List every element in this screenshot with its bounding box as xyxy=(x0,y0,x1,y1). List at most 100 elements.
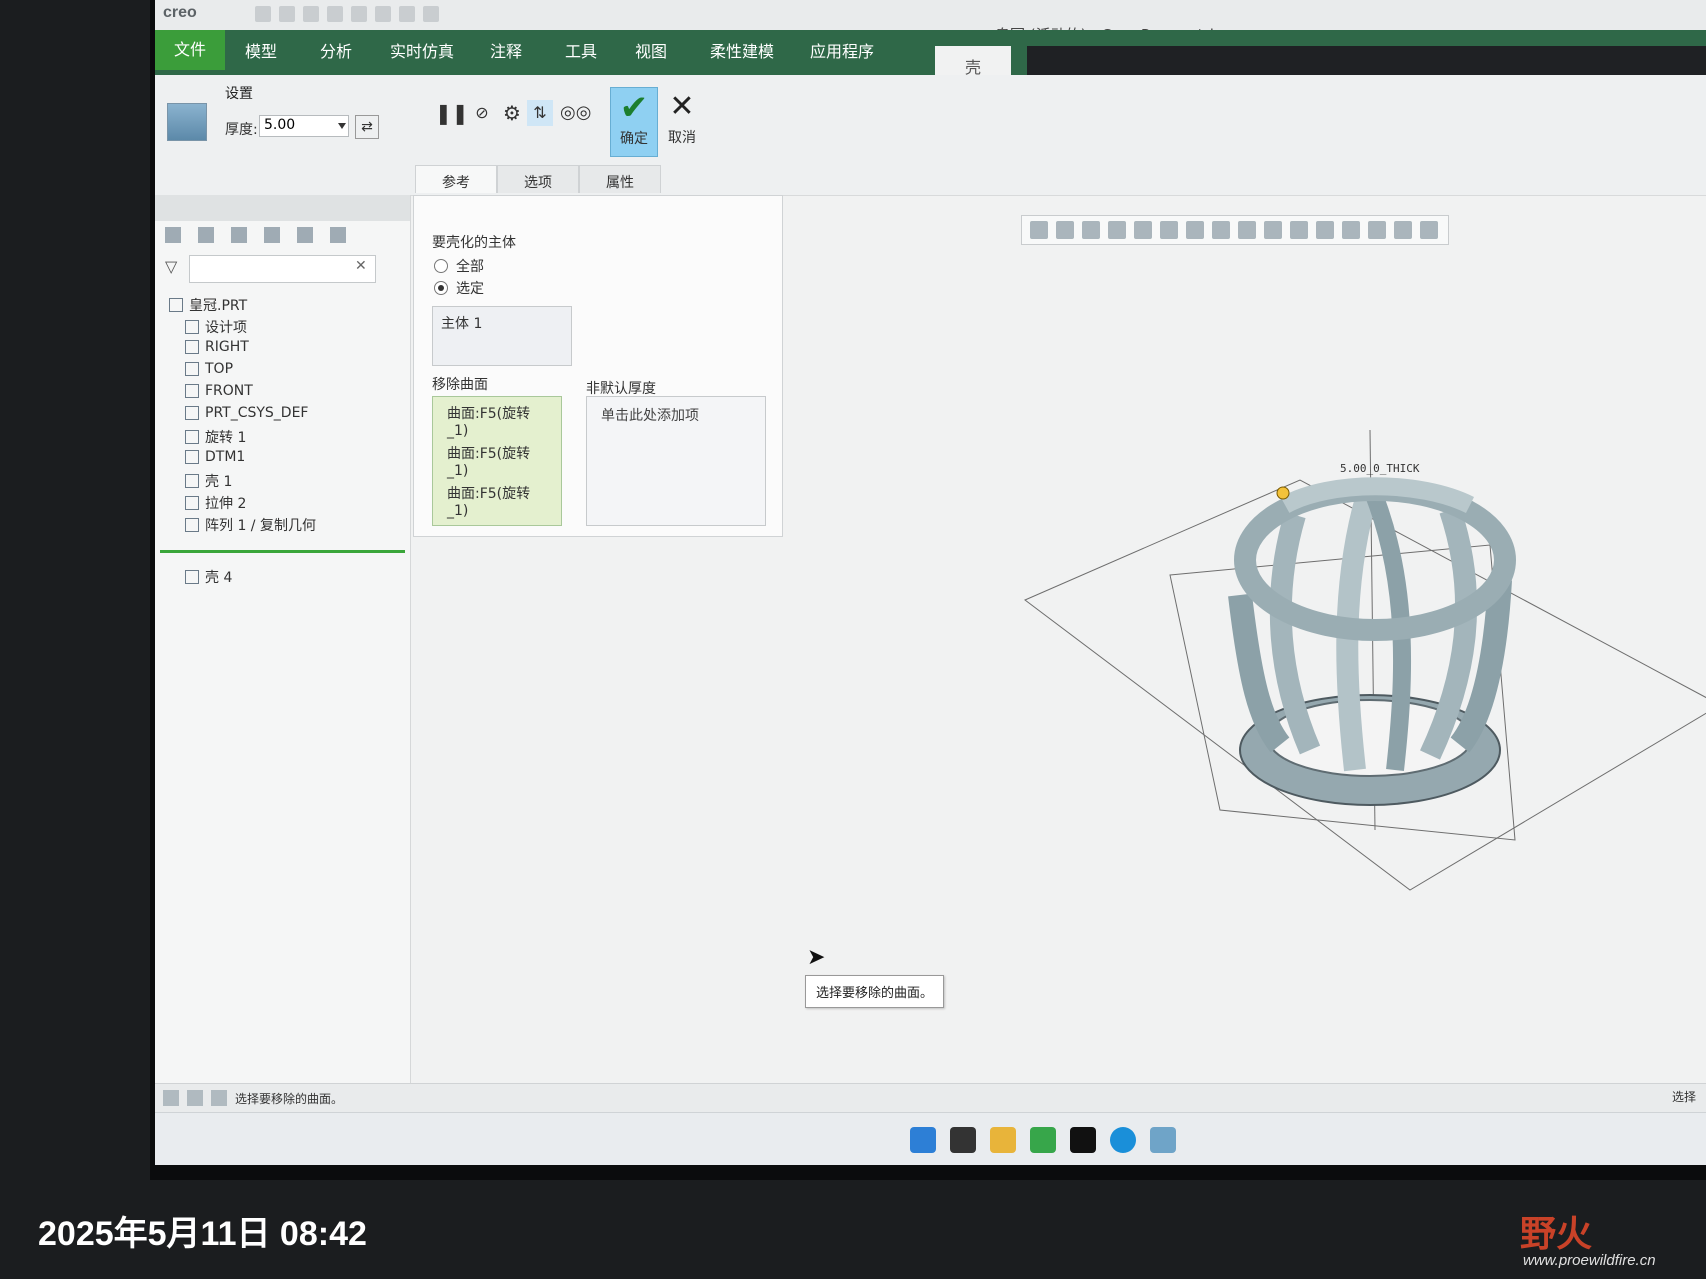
tree-show-icon[interactable] xyxy=(297,227,314,243)
tab-flexible-modeling[interactable]: 柔性建模 xyxy=(710,38,774,62)
shell-ribbon: 设置 厚度: 5.00 ⇄ ❚❚ ⊘ ⚙ ⇅ ◎◎ ✔ 确定 ✕ 取消 参考 选… xyxy=(155,75,1706,196)
annotation-display-icon[interactable] xyxy=(1368,221,1386,239)
edge-icon[interactable] xyxy=(1110,1127,1136,1153)
ok-button[interactable]: ✔ 确定 xyxy=(610,87,658,157)
fullscreen-icon[interactable] xyxy=(211,1090,227,1106)
tree-item-csys[interactable]: PRT_CSYS_DEF xyxy=(185,405,308,421)
tab-file[interactable]: 文件 xyxy=(155,30,225,70)
save-icon[interactable] xyxy=(303,6,319,22)
tree-columns-icon[interactable] xyxy=(198,227,215,243)
tree-item-front[interactable]: FRONT xyxy=(185,383,253,399)
windows-icon[interactable] xyxy=(399,6,415,22)
tree-layers-icon[interactable] xyxy=(264,227,281,243)
selection-filter[interactable]: 选择 xyxy=(1672,1088,1696,1105)
tab-model[interactable]: 模型 xyxy=(245,38,277,62)
preview-icon[interactable]: ⚙ xyxy=(499,100,525,126)
tab-annotate[interactable]: 注释 xyxy=(490,38,522,62)
no-preview-icon[interactable]: ⊘ xyxy=(469,100,495,126)
tree-item-pattern-1[interactable]: 阵列 1 / 复制几何 xyxy=(185,515,316,535)
tree-item-right[interactable]: RIGHT xyxy=(185,339,249,355)
start-icon[interactable] xyxy=(910,1127,936,1153)
plane-display-icon[interactable] xyxy=(1264,221,1282,239)
zoom-in-icon[interactable] xyxy=(1056,221,1074,239)
tree-item-revolve-1[interactable]: 旋转 1 xyxy=(185,427,246,447)
flip-direction-icon[interactable]: ⇄ xyxy=(355,115,379,139)
tree-item-label: RIGHT xyxy=(205,339,249,355)
axis-display-icon[interactable] xyxy=(1290,221,1308,239)
tree-filter-icon[interactable] xyxy=(231,227,248,243)
refit-icon[interactable] xyxy=(1030,221,1048,239)
tab-analysis[interactable]: 分析 xyxy=(320,38,352,62)
settings-group-label: 设置 xyxy=(225,86,253,102)
wechat-icon[interactable] xyxy=(1030,1127,1056,1153)
undo-icon[interactable] xyxy=(327,6,343,22)
tree-search-input[interactable] xyxy=(189,255,376,283)
tree-item-shell-1[interactable]: 壳 1 xyxy=(185,471,232,491)
tree-toggle-icon[interactable] xyxy=(163,1090,179,1106)
shell-feature-icon xyxy=(167,103,207,141)
tab-applications[interactable]: 应用程序 xyxy=(810,38,874,62)
display-style-icon[interactable] xyxy=(1160,221,1178,239)
graphics-viewport[interactable]: 5.00_0_THICK xyxy=(410,250,1706,1090)
tree-toolbar xyxy=(165,227,405,249)
point-display-icon[interactable] xyxy=(1316,221,1334,239)
verify-glasses-icon[interactable]: ◎◎ xyxy=(560,100,591,126)
tree-item-top[interactable]: TOP xyxy=(185,361,233,377)
repaint-icon[interactable] xyxy=(1108,221,1126,239)
chevron-down-icon[interactable] xyxy=(338,123,346,129)
csys-icon xyxy=(185,406,199,420)
cancel-button[interactable]: ✕ 取消 xyxy=(660,87,704,155)
regenerate-icon[interactable] xyxy=(375,6,391,22)
tab-properties[interactable]: 属性 xyxy=(579,165,661,193)
datum-plane-icon xyxy=(185,450,199,464)
tree-item-part[interactable]: 皇冠.PRT xyxy=(169,295,247,315)
pause-icon[interactable] xyxy=(1394,221,1412,239)
tree-more-icon[interactable] xyxy=(330,227,347,243)
tree-item-extrude-2[interactable]: 拉伸 2 xyxy=(185,493,246,513)
pause-icon[interactable]: ❚❚ xyxy=(435,100,469,126)
tab-view[interactable]: 视图 xyxy=(635,38,667,62)
tree-item-label: 旋转 1 xyxy=(205,430,247,446)
zoom-out-icon[interactable] xyxy=(1082,221,1100,239)
open-icon[interactable] xyxy=(279,6,295,22)
tree-item-shell-4[interactable]: 壳 4 xyxy=(185,567,232,587)
tree-tabs xyxy=(155,195,410,221)
file-explorer-icon[interactable] xyxy=(990,1127,1016,1153)
more-icon[interactable] xyxy=(1420,221,1438,239)
tab-live-simulation[interactable]: 实时仿真 xyxy=(390,38,454,62)
quick-access-toolbar xyxy=(255,6,439,22)
tree-item-label: 壳 1 xyxy=(205,474,233,490)
saved-views-icon[interactable] xyxy=(1186,221,1204,239)
close-icon: ✕ xyxy=(669,89,695,124)
thickness-dimension[interactable]: 5.00_0_THICK xyxy=(1340,462,1420,475)
dynamic-preview-icon[interactable]: ⇅ xyxy=(527,100,553,126)
shell-icon xyxy=(185,570,199,584)
browser-icon[interactable] xyxy=(187,1090,203,1106)
new-icon[interactable] xyxy=(255,6,271,22)
tooltip: 选择要移除的曲面。 xyxy=(805,975,945,1008)
tree-item-label: 壳 4 xyxy=(205,570,233,586)
funnel-icon: ▽ xyxy=(165,257,178,276)
tab-tools[interactable]: 工具 xyxy=(565,38,597,62)
datum-plane-icon xyxy=(185,384,199,398)
drag-handle-icon[interactable] xyxy=(1276,486,1290,500)
sketch-view-icon[interactable] xyxy=(1134,221,1152,239)
close-window-icon[interactable] xyxy=(423,6,439,22)
tab-options[interactable]: 选项 xyxy=(497,165,579,193)
tab-references[interactable]: 参考 xyxy=(415,165,497,193)
csys-display-icon[interactable] xyxy=(1342,221,1360,239)
tree-settings-icon[interactable] xyxy=(165,227,181,243)
view-manager-icon[interactable] xyxy=(1212,221,1230,239)
tiktok-icon[interactable] xyxy=(1070,1127,1096,1153)
app-logo: creo xyxy=(163,4,197,21)
tree-item-design-items[interactable]: 设计项 xyxy=(185,317,247,337)
tree-item-dtm1[interactable]: DTM1 xyxy=(185,449,245,465)
thickness-input[interactable]: 5.00 xyxy=(259,115,349,137)
insert-here-line[interactable] xyxy=(160,550,405,553)
perspective-icon[interactable] xyxy=(1238,221,1256,239)
task-view-icon[interactable] xyxy=(950,1127,976,1153)
screen: creo 皇冠 (活动的) - Creo Parametric 文件 模型 分析… xyxy=(155,0,1706,1165)
clear-icon[interactable]: ✕ xyxy=(355,258,367,274)
redo-icon[interactable] xyxy=(351,6,367,22)
creo-taskbar-icon[interactable] xyxy=(1150,1127,1176,1153)
